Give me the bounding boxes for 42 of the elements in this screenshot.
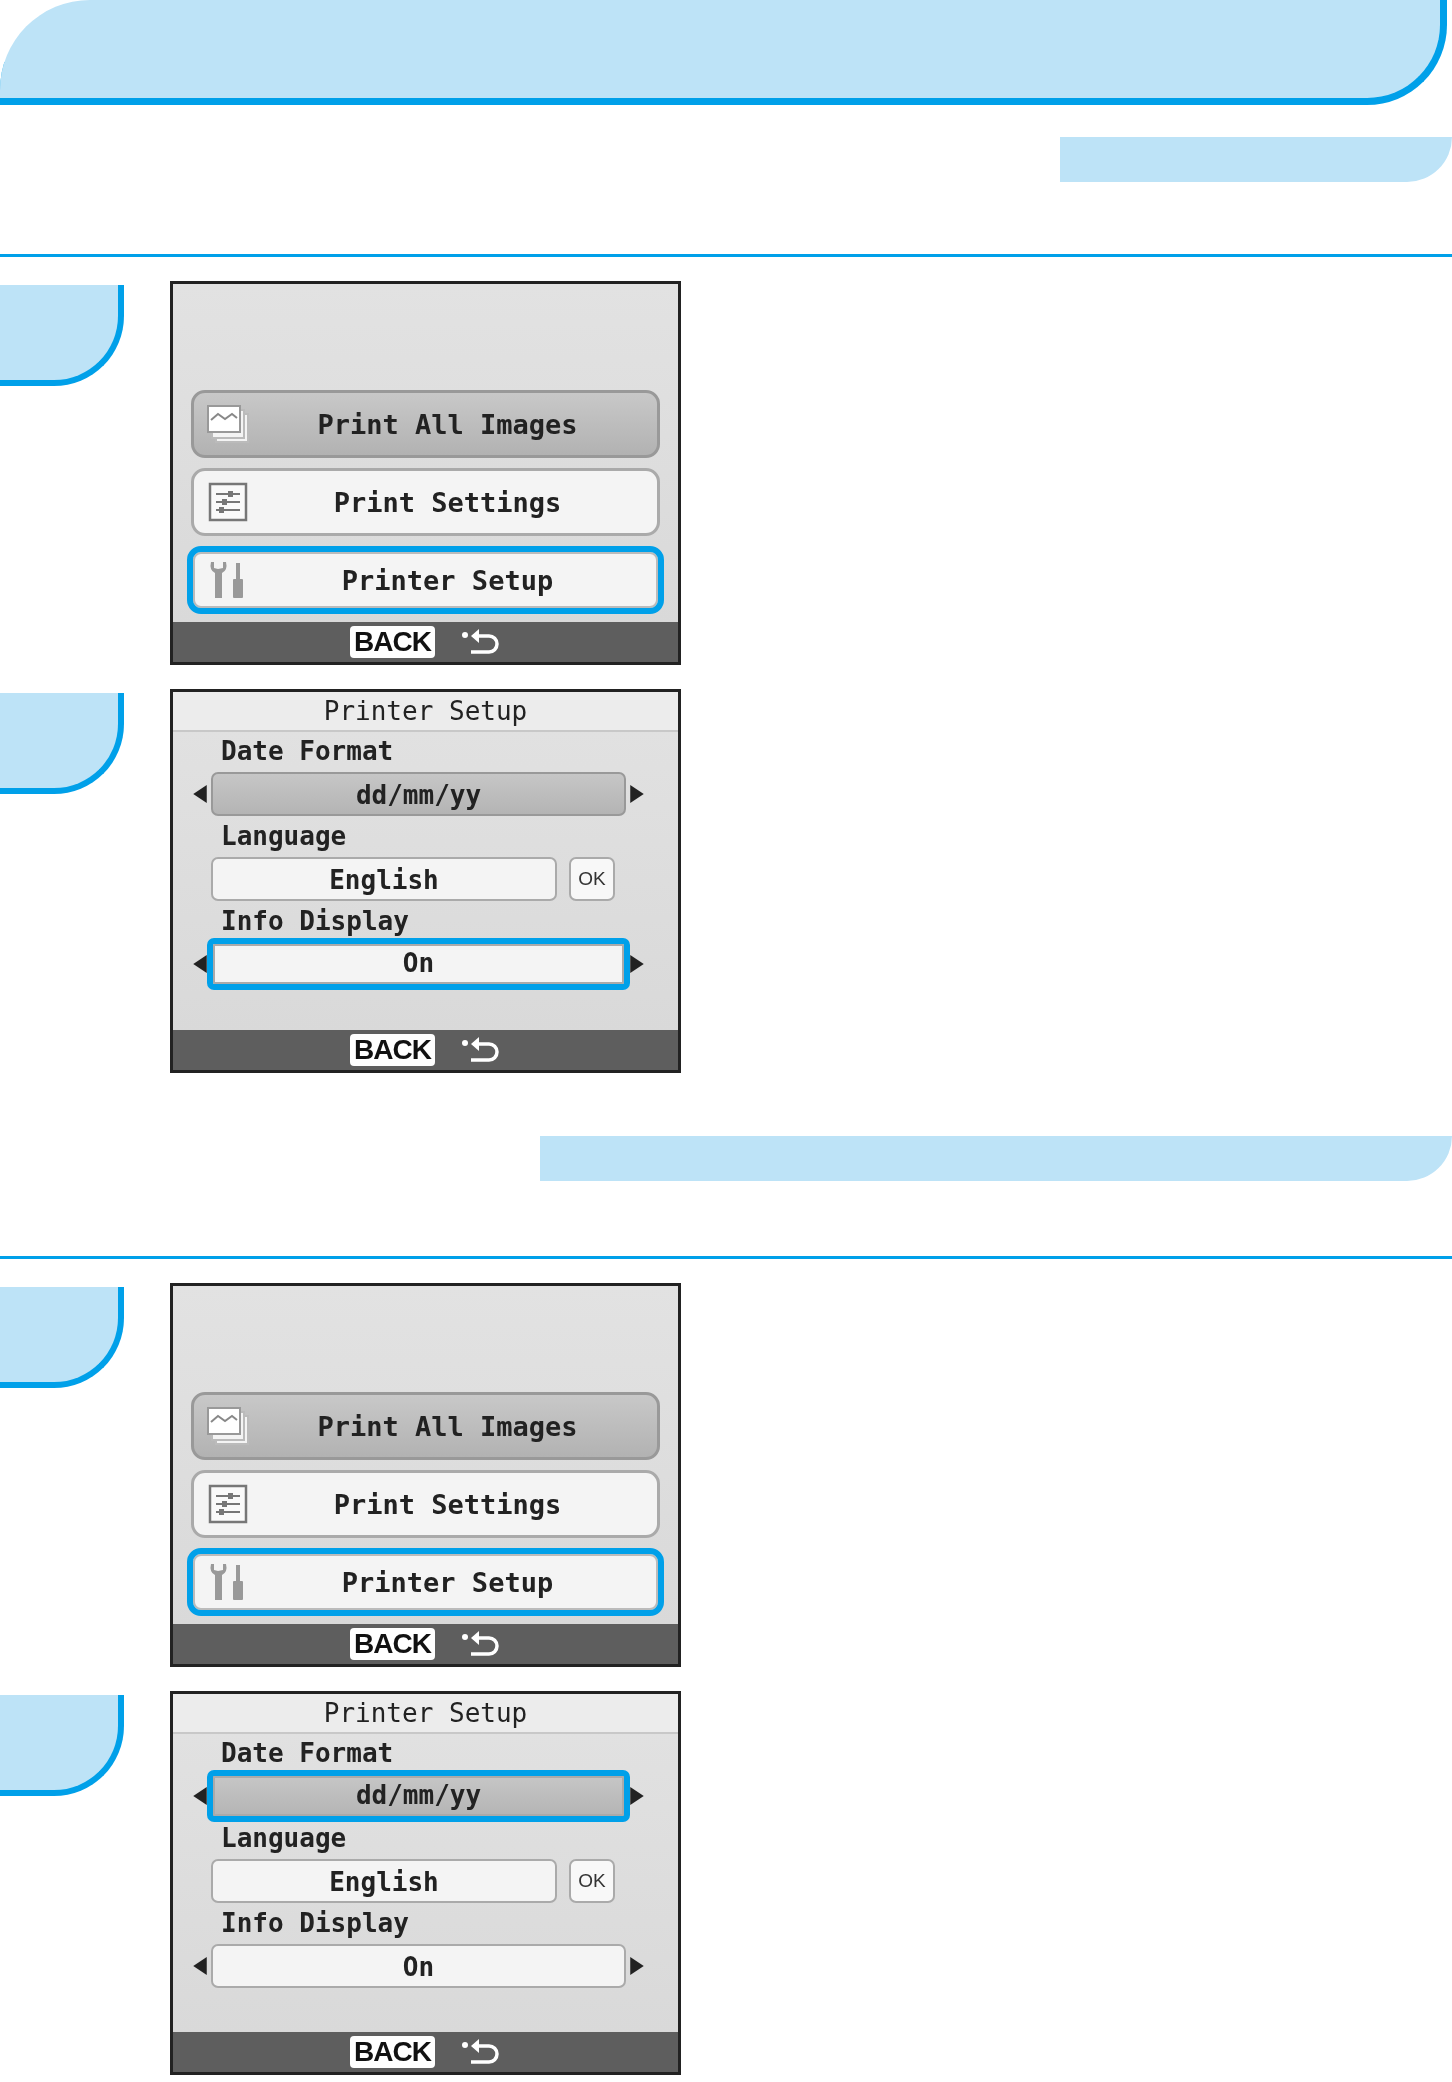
setting-label: Date Format xyxy=(221,1738,395,1769)
return-icon xyxy=(460,1036,501,1064)
right-arrow-icon[interactable] xyxy=(630,1787,644,1805)
right-arrow-icon[interactable] xyxy=(630,1957,644,1975)
menu-item[interactable]: Print All Images xyxy=(191,1392,660,1460)
ok-button[interactable]: OK xyxy=(569,1859,615,1903)
value-field[interactable]: dd/mm/yy xyxy=(207,1770,630,1822)
left-arrow-icon[interactable] xyxy=(193,785,207,803)
setting-label: Date Format xyxy=(221,736,395,767)
screen-title: Printer Setup xyxy=(173,692,678,732)
images-icon xyxy=(206,404,250,444)
right-arrow-icon[interactable] xyxy=(630,785,644,803)
value-field[interactable]: dd/mm/yy xyxy=(211,772,626,816)
right-arrow-icon[interactable] xyxy=(630,955,644,973)
back-label: BACK xyxy=(350,2036,435,2068)
value-field[interactable]: On xyxy=(207,938,630,990)
menu-item[interactable]: Printer Setup xyxy=(187,546,664,614)
setting-label: Language xyxy=(221,821,348,852)
sliders-icon xyxy=(206,1484,250,1524)
return-icon xyxy=(460,1630,501,1658)
back-label: BACK xyxy=(350,626,435,658)
back-label: BACK xyxy=(350,1628,435,1660)
setting-label: Info Display xyxy=(221,906,410,937)
sliders-icon xyxy=(206,482,250,522)
value-field[interactable]: English xyxy=(211,857,557,901)
left-arrow-icon[interactable] xyxy=(193,1787,207,1805)
back-label: BACK xyxy=(350,1034,435,1066)
return-icon xyxy=(460,2038,501,2066)
value-field[interactable]: On xyxy=(211,1944,626,1988)
left-arrow-icon[interactable] xyxy=(193,955,207,973)
setting-label: Language xyxy=(221,1823,348,1854)
screen-title: Printer Setup xyxy=(173,1694,678,1734)
ok-button[interactable]: OK xyxy=(569,857,615,901)
left-arrow-icon[interactable] xyxy=(193,1957,207,1975)
return-icon xyxy=(460,628,501,656)
menu-item[interactable]: Printer Setup xyxy=(187,1548,664,1616)
setting-label: Info Display xyxy=(221,1908,410,1939)
menu-item[interactable]: Print All Images xyxy=(191,390,660,458)
menu-item[interactable]: Print Settings xyxy=(191,468,660,536)
value-field[interactable]: English xyxy=(211,1859,557,1903)
menu-item[interactable]: Print Settings xyxy=(191,1470,660,1538)
images-icon xyxy=(206,1406,250,1446)
